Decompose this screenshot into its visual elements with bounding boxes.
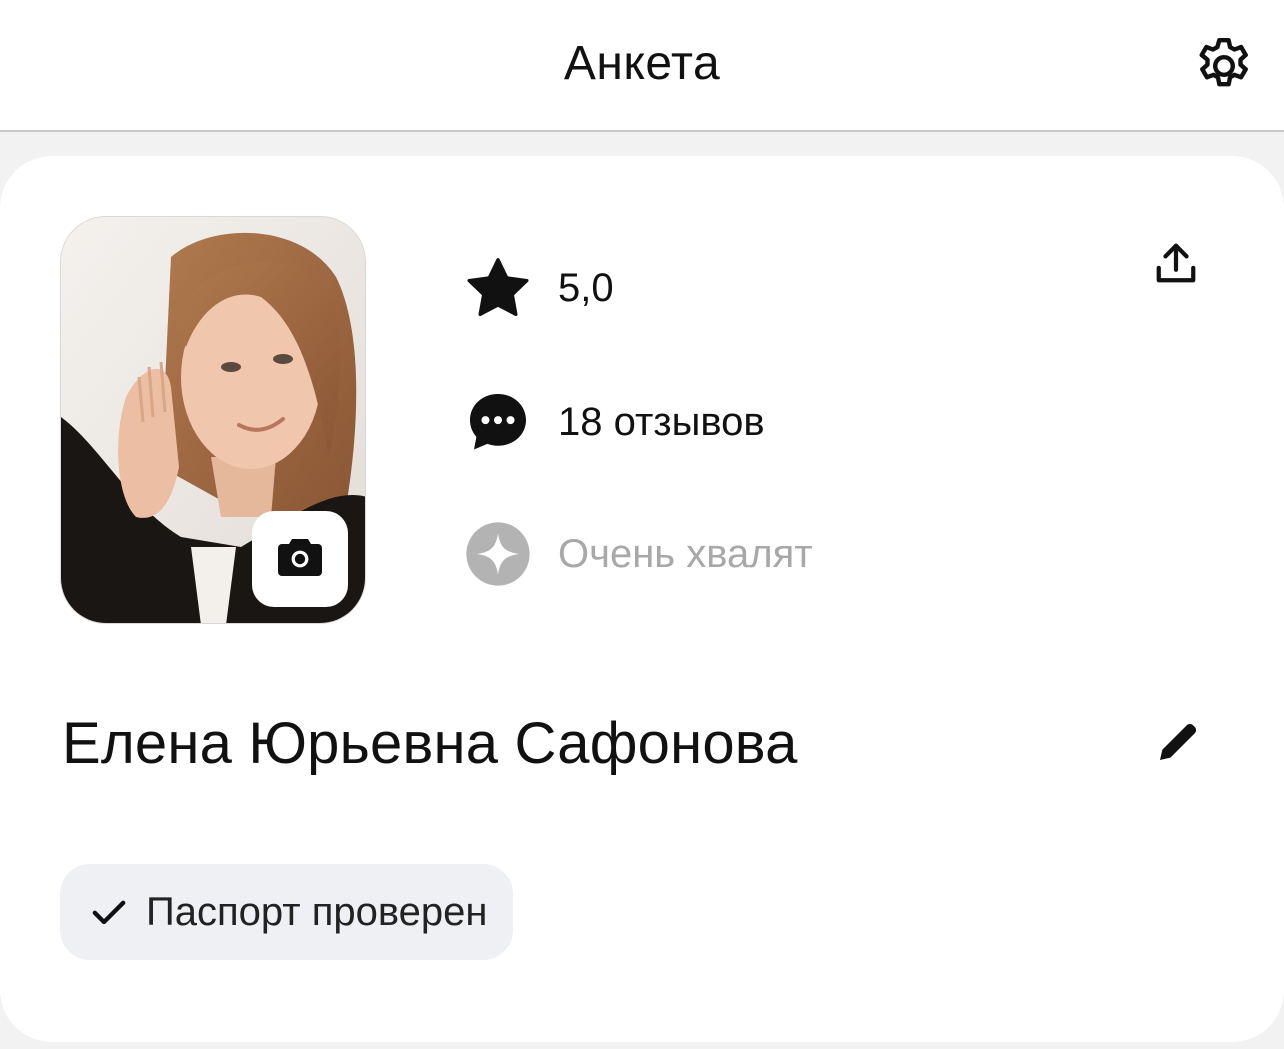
rating-value: 5,0 xyxy=(558,265,614,310)
praise-label: Очень хвалят xyxy=(558,531,813,576)
pencil-icon xyxy=(1154,718,1202,771)
share-icon xyxy=(1153,241,1199,292)
share-button[interactable] xyxy=(1146,236,1206,296)
profile-card: 5,0 18 отзывов Очень хвалят Елена Юрьевн… xyxy=(0,156,1284,1042)
change-photo-button[interactable] xyxy=(252,511,348,607)
top-bar: Анкета xyxy=(0,0,1284,132)
check-icon xyxy=(86,889,132,935)
chat-bubble-icon xyxy=(464,388,532,456)
settings-button[interactable] xyxy=(1188,32,1260,104)
reviews-link[interactable]: 18 отзывов xyxy=(464,388,765,456)
gear-icon xyxy=(1191,33,1257,104)
rating-row: 5,0 xyxy=(464,254,614,322)
page-title: Анкета xyxy=(563,37,721,90)
sparkle-icon xyxy=(464,520,532,588)
profile-name: Елена Юрьевна Сафонова xyxy=(62,711,798,776)
reviews-count: 18 отзывов xyxy=(558,399,765,444)
profile-photo[interactable] xyxy=(60,216,366,624)
verification-label: Паспорт проверен xyxy=(146,889,488,934)
edit-name-button[interactable] xyxy=(1146,712,1210,776)
praise-row: Очень хвалят xyxy=(464,520,813,588)
star-icon xyxy=(464,254,532,322)
camera-icon xyxy=(276,536,324,583)
passport-verified-badge: Паспорт проверен xyxy=(60,864,514,960)
